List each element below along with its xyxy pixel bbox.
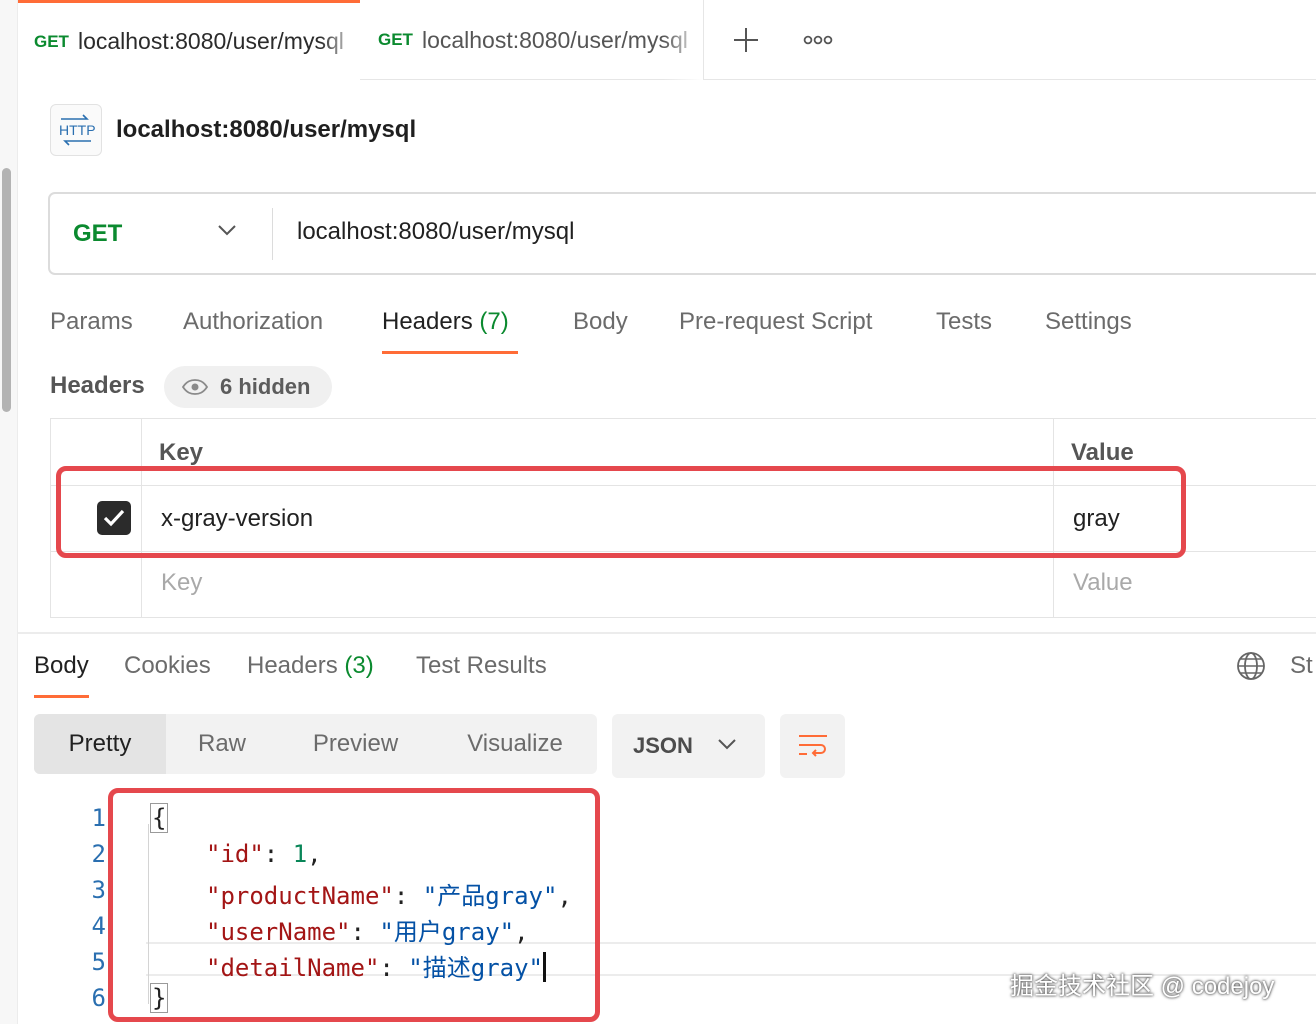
url-input[interactable]: localhost:8080/user/mysql — [297, 218, 574, 246]
hidden-headers-toggle[interactable]: 6 hidden — [164, 366, 332, 408]
view-preview[interactable]: Preview — [278, 714, 433, 774]
tab-settings[interactable]: Settings — [1045, 306, 1132, 354]
tab-method-badge: GET — [378, 30, 413, 49]
json-value: "产品gray" — [422, 882, 558, 910]
code-line: "id": 1, — [206, 840, 322, 868]
status-label: St — [1290, 652, 1313, 679]
more-icon — [803, 35, 833, 45]
method-dropdown[interactable]: GET — [50, 194, 272, 273]
json-key: "detailName" — [206, 954, 380, 982]
tab-body[interactable]: Body — [573, 306, 628, 354]
wrap-lines-button[interactable] — [780, 714, 845, 778]
request-tab[interactable]: GET localhost:8080/user/mysql — [362, 0, 704, 80]
open-brace: { — [150, 803, 169, 833]
line-number: 2 — [91, 840, 106, 868]
hidden-headers-label: 6 hidden — [220, 374, 311, 399]
line-number: 5 — [91, 948, 106, 976]
new-header-value-input[interactable]: Value — [1073, 569, 1133, 597]
http-request-icon: HTTP — [50, 104, 102, 156]
plus-icon — [734, 28, 758, 52]
request-tab-active[interactable]: GET localhost:8080/user/mysql — [18, 0, 360, 80]
tab-response-headers[interactable]: Headers (3) — [247, 650, 374, 698]
headers-table: Key Value x-gray-version gray Key Value — [50, 418, 1316, 618]
tab-response-body[interactable]: Body — [34, 650, 89, 698]
response-tabs: Body Cookies Headers (3) Test Results — [34, 650, 734, 700]
code-line: { — [150, 803, 169, 833]
tab-response-headers-count: (3) — [344, 652, 374, 679]
sidebar-scrollbar[interactable] — [2, 168, 11, 412]
tab-params[interactable]: Params — [50, 306, 133, 354]
view-raw[interactable]: Raw — [166, 714, 278, 774]
json-value: 1 — [292, 840, 308, 868]
view-mode-selector: Pretty Raw Preview Visualize — [34, 714, 597, 774]
code-line: "detailName": "描述gray" — [206, 948, 546, 983]
tab-method-badge: GET — [34, 31, 69, 51]
json-value: "用户gray" — [379, 918, 515, 946]
code-line: "userName": "用户gray", — [206, 918, 529, 946]
tab-response-cookies[interactable]: Cookies — [124, 650, 211, 698]
tab-prerequest-script[interactable]: Pre-request Script — [679, 306, 872, 354]
column-header-value: Value — [1071, 439, 1134, 466]
view-pretty[interactable]: Pretty — [34, 714, 166, 774]
line-number: 3 — [91, 876, 106, 904]
request-config-tabs: Params Authorization Headers (7) Body Pr… — [50, 306, 1250, 356]
tab-authorization[interactable]: Authorization — [183, 306, 323, 354]
more-tabs-button[interactable] — [800, 22, 836, 58]
code-line: } — [150, 983, 169, 1013]
code-line: "productName": "产品gray", — [206, 882, 572, 910]
line-number: 6 — [91, 984, 106, 1012]
tab-headers-label: Headers — [382, 308, 473, 335]
tab-headers[interactable]: Headers (7) — [382, 306, 518, 354]
header-key-cell[interactable]: x-gray-version — [161, 505, 313, 533]
globe-icon[interactable] — [1236, 651, 1266, 681]
chevron-down-icon — [218, 225, 236, 236]
close-brace: } — [150, 983, 169, 1013]
svg-text:HTTP: HTTP — [59, 122, 95, 138]
headers-section-label: Headers — [50, 372, 145, 399]
line-number: 4 — [91, 912, 106, 940]
request-tab-bar: GET localhost:8080/user/mysql GET localh… — [18, 0, 1316, 80]
watermark: 掘金技术社区 @ codejoy — [1010, 973, 1275, 1000]
sidebar-scroll-strip — [0, 0, 18, 1024]
check-icon — [103, 509, 125, 527]
url-bar: GET localhost:8080/user/mysql — [48, 192, 1316, 275]
tab-url-label: localhost:8080/user/mysql — [77, 28, 344, 54]
new-tab-button[interactable] — [728, 22, 764, 58]
tab-test-results[interactable]: Test Results — [416, 650, 547, 698]
method-label: GET — [73, 219, 123, 247]
header-enabled-checkbox[interactable] — [97, 501, 131, 535]
eye-icon — [182, 379, 208, 395]
tab-headers-count: (7) — [479, 308, 509, 335]
json-key: "id" — [206, 840, 264, 868]
format-dropdown[interactable]: JSON — [612, 714, 765, 778]
tab-tests[interactable]: Tests — [936, 306, 992, 354]
json-key: "userName" — [206, 918, 351, 946]
chevron-down-icon — [718, 739, 736, 750]
wrap-lines-icon — [798, 735, 827, 757]
new-header-key-input[interactable]: Key — [161, 569, 202, 597]
format-label: JSON — [633, 733, 693, 758]
header-value-cell[interactable]: gray — [1073, 505, 1120, 533]
json-value: "描述gray" — [408, 954, 543, 982]
tab-url-label: localhost:8080/user/mysql — [421, 26, 688, 53]
tab-response-headers-label: Headers — [247, 652, 338, 679]
text-cursor — [543, 952, 546, 982]
view-visualize[interactable]: Visualize — [433, 714, 597, 774]
column-header-key: Key — [159, 439, 204, 466]
json-key: "productName" — [206, 882, 394, 910]
line-number: 1 — [91, 804, 106, 832]
request-title[interactable]: localhost:8080/user/mysql — [116, 116, 416, 144]
